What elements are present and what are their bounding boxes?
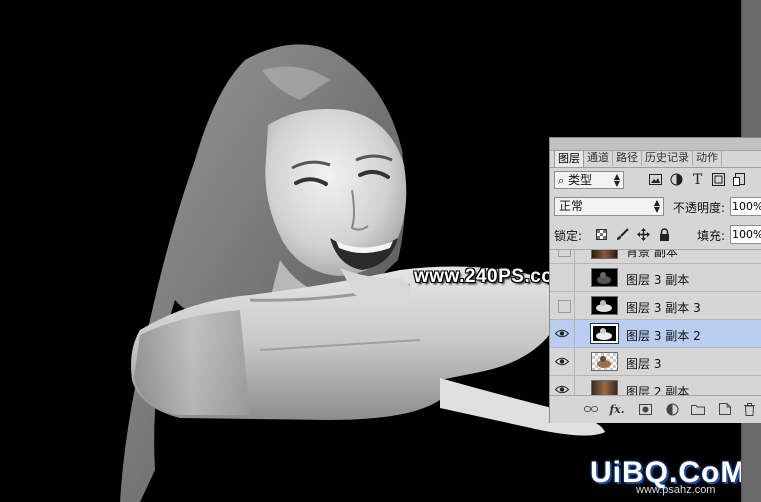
opacity-input[interactable] [730, 197, 761, 216]
layer-row[interactable]: 图层 3 [550, 348, 761, 376]
adjustment-icon[interactable] [665, 402, 679, 416]
layer-row[interactable]: 背景 副本 [550, 250, 761, 264]
lock-brush-icon[interactable] [615, 226, 630, 242]
layer-filter-row: ⌕ 类型 ▲ ▼ T [554, 171, 760, 191]
layers-panel: 图层 通道 路径 历史记录 动作 ⌕ 类型 ▲ ▼ T 正常 ▲ ▼ 不透明度:… [549, 137, 761, 423]
eye-icon[interactable] [555, 326, 569, 340]
type-filter-icon[interactable]: T [690, 172, 705, 188]
tab-channels[interactable]: 通道 [584, 150, 613, 166]
layer-row[interactable]: 图层 3 副本 3 [550, 292, 761, 320]
lock-transparency-icon[interactable] [594, 226, 609, 242]
updown-arrows-icon: ▲ ▼ [613, 172, 620, 188]
layer-name[interactable]: 背景 副本 [626, 250, 678, 260]
opacity-label: 不透明度: [673, 201, 726, 215]
visibility-toggle-off[interactable] [558, 300, 571, 313]
fill-label: 填充: [697, 229, 726, 243]
lock-all-icon[interactable] [657, 226, 672, 242]
layer-thumbnail [591, 268, 618, 287]
layer-thumbnail [591, 250, 618, 259]
filter-kind-value: 类型 [568, 173, 593, 187]
shape-filter-icon[interactable] [711, 172, 726, 187]
layer-row[interactable]: 图层 2 副本 [550, 376, 761, 395]
tab-history[interactable]: 历史记录 [642, 150, 693, 166]
layer-name[interactable]: 图层 2 副本 [626, 383, 689, 395]
layer-thumbnail [591, 380, 618, 395]
updown-arrows-icon: ▲ ▼ [653, 198, 660, 214]
image-filter-icon[interactable] [648, 172, 663, 187]
fill-input[interactable] [730, 225, 761, 244]
layer-thumbnail [591, 352, 618, 371]
panel-tabs: 图层 通道 路径 历史记录 动作 [554, 150, 722, 167]
smart-object-filter-icon[interactable] [732, 172, 747, 187]
layer-name[interactable]: 图层 3 副本 [626, 271, 689, 288]
lock-move-icon[interactable] [636, 226, 651, 242]
layer-name[interactable]: 图层 3 副本 3 [626, 299, 701, 316]
layer-thumbnail [591, 296, 618, 315]
search-icon: ⌕ [558, 174, 565, 187]
adjustment-filter-icon[interactable] [669, 172, 684, 187]
blend-mode-select[interactable]: 正常 ▲ ▼ [554, 197, 664, 216]
fx-icon[interactable]: fx. [609, 402, 624, 416]
trash-icon[interactable] [742, 402, 756, 416]
layer-row-selected[interactable]: 图层 3 副本 2 [550, 320, 761, 348]
watermark-url: www.psahz.com [636, 484, 716, 496]
layers-list[interactable]: 背景 副本 图层 3 副本 图层 3 副本 3 图层 3 副本 2 图层 3 图… [550, 250, 761, 395]
link-icon[interactable] [584, 402, 598, 416]
visibility-toggle-off[interactable] [558, 250, 571, 257]
eye-icon[interactable] [555, 354, 569, 368]
layers-panel-footer: fx. [550, 395, 761, 423]
visibility-toggle-off[interactable] [558, 272, 569, 283]
layer-name[interactable]: 图层 3 副本 2 [626, 327, 701, 344]
blend-mode-value: 正常 [559, 199, 584, 213]
tab-actions[interactable]: 动作 [693, 150, 722, 166]
layer-name[interactable]: 图层 3 [626, 355, 661, 372]
lock-label: 锁定: [554, 229, 583, 243]
blend-row: 正常 ▲ ▼ 不透明度: [554, 197, 761, 217]
filter-kind-select[interactable]: ⌕ 类型 ▲ ▼ [554, 171, 624, 189]
new-layer-icon[interactable] [718, 402, 732, 416]
layer-row[interactable]: 图层 3 副本 [550, 264, 761, 292]
mask-icon[interactable] [638, 402, 652, 416]
eye-icon[interactable] [555, 382, 569, 395]
layer-thumbnail [590, 323, 619, 344]
lock-row: 锁定: 填充: [554, 225, 761, 244]
tabs-divider [550, 167, 761, 168]
folder-icon[interactable] [691, 402, 705, 416]
watermark-240ps: www.240PS.com [414, 266, 571, 287]
tab-paths[interactable]: 路径 [613, 150, 642, 166]
tab-layers[interactable]: 图层 [554, 150, 584, 167]
